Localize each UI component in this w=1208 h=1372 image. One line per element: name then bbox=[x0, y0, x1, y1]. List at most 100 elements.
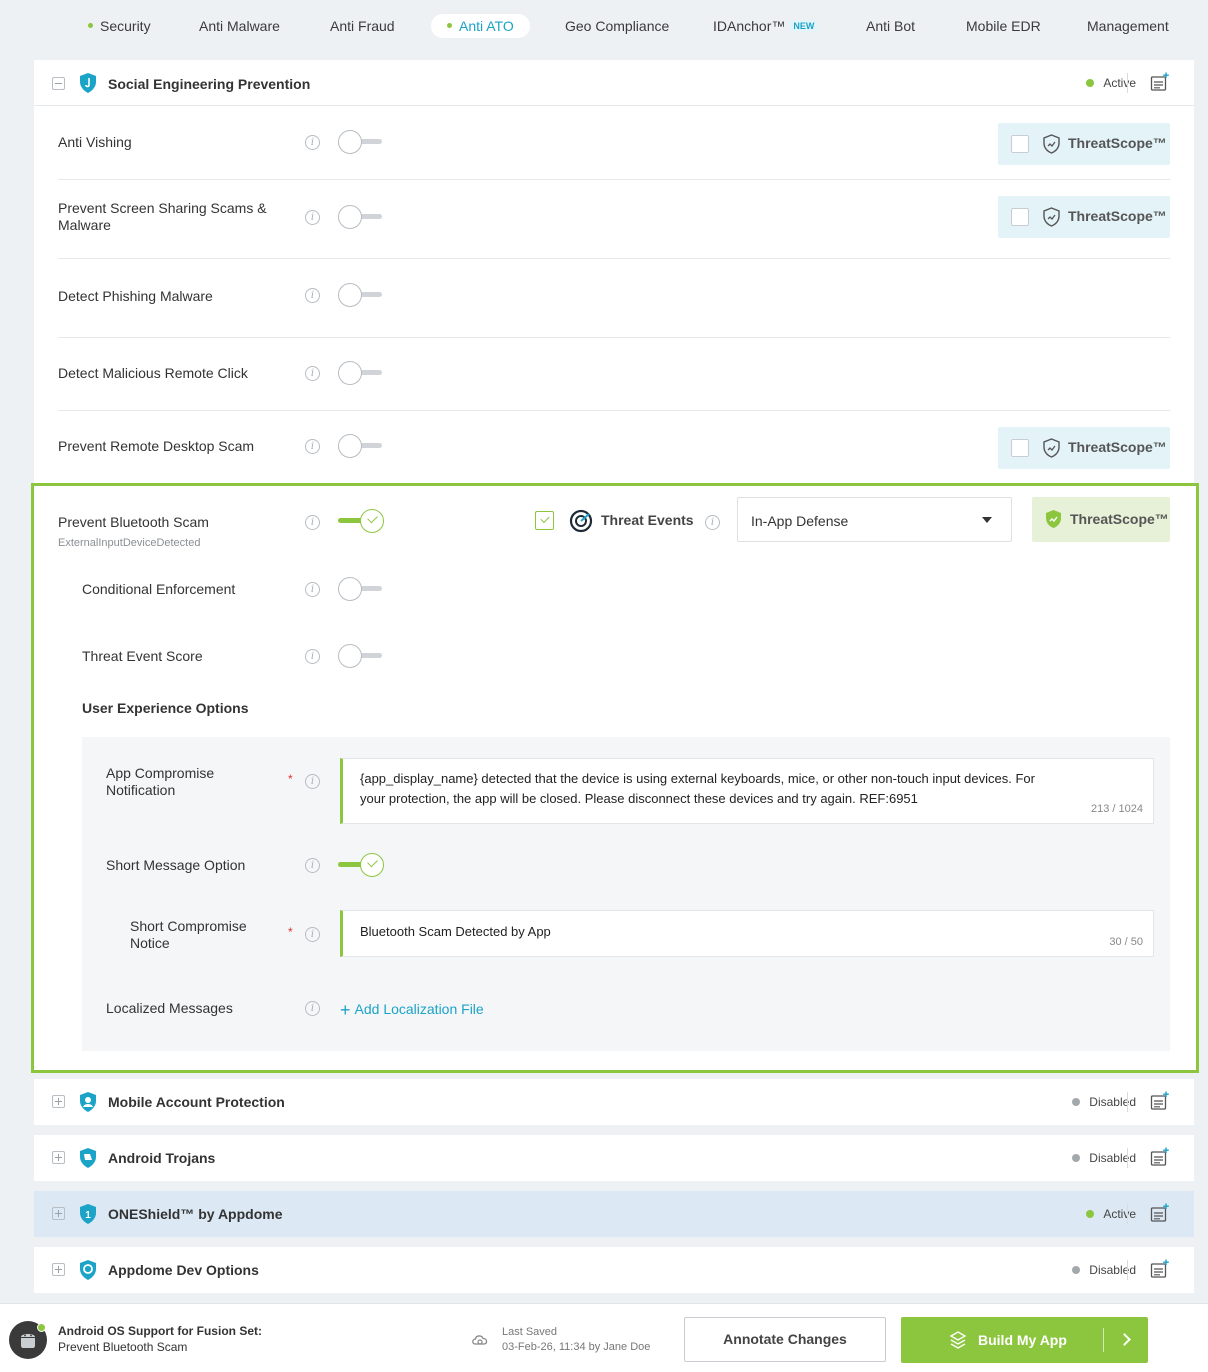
status-dot bbox=[1072, 1098, 1081, 1106]
option-sub-label: ExternalInputDeviceDetected bbox=[58, 537, 201, 549]
expand-icon[interactable] bbox=[52, 1095, 65, 1108]
build-icon bbox=[949, 1331, 967, 1349]
tab-dot bbox=[447, 23, 452, 28]
tab-idanchor[interactable]: IDAnchor™ NEW bbox=[713, 14, 819, 38]
annotate-changes-button[interactable]: Annotate Changes bbox=[684, 1317, 886, 1362]
add-localization-link[interactable]: + Add Localization File bbox=[340, 1000, 484, 1021]
add-note-icon[interactable] bbox=[1150, 1091, 1170, 1111]
ux-options-title: User Experience Options bbox=[82, 700, 249, 716]
chevron-right-icon[interactable] bbox=[1118, 1333, 1131, 1346]
shield-one-icon: 1 bbox=[80, 1204, 96, 1224]
info-icon[interactable]: i bbox=[305, 649, 320, 664]
option-label: Anti Vishing bbox=[58, 134, 132, 150]
divider bbox=[1127, 1204, 1128, 1224]
divider bbox=[1127, 1260, 1128, 1280]
status-badge: Active bbox=[1086, 76, 1136, 90]
last-saved-title: Last Saved bbox=[502, 1326, 558, 1338]
android-icon bbox=[21, 1334, 35, 1348]
threat-events-checkbox[interactable] bbox=[535, 511, 554, 530]
threatscope-checkbox[interactable] bbox=[1011, 208, 1029, 226]
info-icon[interactable]: i bbox=[305, 439, 320, 454]
add-note-icon[interactable] bbox=[1150, 1259, 1170, 1279]
cloud-saved-icon bbox=[472, 1335, 488, 1345]
add-note-icon[interactable] bbox=[1150, 1203, 1170, 1223]
threat-event-score-toggle[interactable] bbox=[338, 644, 386, 668]
status-badge: Active bbox=[1086, 1207, 1136, 1221]
shield-hook-icon bbox=[80, 73, 96, 93]
module-tabs: Security Anti Malware Anti Fraud Anti AT… bbox=[0, 0, 1208, 52]
row-divider bbox=[58, 179, 1170, 180]
expand-icon[interactable] bbox=[52, 1207, 65, 1220]
section-appdome-dev-options[interactable]: Appdome Dev Options Disabled bbox=[34, 1247, 1194, 1293]
defense-select[interactable]: In-App Defense bbox=[737, 497, 1012, 542]
section-mobile-account-protection[interactable]: Mobile Account Protection Disabled bbox=[34, 1079, 1194, 1125]
info-icon[interactable]: i bbox=[305, 774, 320, 789]
bluetooth-scam-toggle[interactable] bbox=[338, 509, 386, 533]
short-notice-input[interactable]: Bluetooth Scam Detected by App 30 / 50 bbox=[340, 910, 1154, 957]
section-oneshield[interactable]: 1 ONEShield™ by Appdome Active bbox=[34, 1191, 1194, 1237]
info-icon[interactable]: i bbox=[305, 515, 320, 530]
conditional-enforcement-toggle[interactable] bbox=[338, 577, 386, 601]
info-icon[interactable]: i bbox=[305, 135, 320, 150]
tab-anti-ato[interactable]: Anti ATO bbox=[431, 14, 530, 38]
option-label: Localized Messages bbox=[106, 1000, 233, 1016]
add-note-icon[interactable] bbox=[1150, 1147, 1170, 1167]
add-note-icon[interactable] bbox=[1150, 72, 1170, 92]
remote-click-toggle[interactable] bbox=[338, 361, 386, 385]
notification-textarea[interactable]: {app_display_name} detected that the dev… bbox=[340, 758, 1154, 824]
phishing-malware-toggle[interactable] bbox=[338, 283, 386, 307]
option-label: App Compromise Notification bbox=[106, 765, 215, 798]
radar-icon bbox=[569, 509, 593, 533]
divider bbox=[1127, 1148, 1128, 1168]
footer-bar: Android OS Support for Fusion Set: Preve… bbox=[0, 1303, 1208, 1372]
tab-management[interactable]: Management bbox=[1087, 14, 1169, 38]
option-label: Prevent Bluetooth Scam bbox=[58, 514, 209, 530]
info-icon[interactable]: i bbox=[305, 858, 320, 873]
threatscope-checkbox[interactable] bbox=[1011, 439, 1029, 457]
status-dot bbox=[1086, 1210, 1095, 1218]
threatscope-label: ThreatScope™ bbox=[1068, 135, 1167, 151]
tab-anti-fraud[interactable]: Anti Fraud bbox=[330, 14, 395, 38]
section-android-trojans[interactable]: Android Trojans Disabled bbox=[34, 1135, 1194, 1181]
info-icon[interactable]: i bbox=[305, 366, 320, 381]
threat-events-label: Threat Events bbox=[601, 512, 694, 528]
status-dot bbox=[1072, 1266, 1081, 1274]
collapse-icon[interactable] bbox=[52, 77, 65, 90]
section-header: Social Engineering Prevention Active bbox=[34, 60, 1194, 106]
expand-icon[interactable] bbox=[52, 1263, 65, 1276]
tab-anti-bot[interactable]: Anti Bot bbox=[866, 14, 915, 38]
expand-icon[interactable] bbox=[52, 1151, 65, 1164]
status-dot bbox=[37, 1323, 46, 1332]
build-my-app-button[interactable]: Build My App bbox=[901, 1317, 1148, 1363]
info-icon[interactable]: i bbox=[305, 582, 320, 597]
section-title: Android Trojans bbox=[108, 1150, 216, 1166]
row-divider bbox=[58, 337, 1170, 338]
anti-vishing-toggle[interactable] bbox=[338, 130, 386, 154]
tab-geo-compliance[interactable]: Geo Compliance bbox=[565, 14, 669, 38]
tab-security[interactable]: Security bbox=[88, 14, 151, 38]
option-label: Short Message Option bbox=[106, 857, 246, 873]
threatscope-shield-icon bbox=[1043, 438, 1060, 458]
info-icon[interactable]: i bbox=[305, 210, 320, 225]
fusion-set-title: Android OS Support for Fusion Set: bbox=[58, 1324, 262, 1338]
remote-desktop-toggle[interactable] bbox=[338, 434, 386, 458]
info-icon[interactable]: i bbox=[305, 927, 320, 942]
short-message-toggle[interactable] bbox=[338, 853, 386, 877]
shield-user-icon bbox=[80, 1092, 96, 1112]
button-divider bbox=[1103, 1328, 1104, 1352]
threatscope-checkbox[interactable] bbox=[1011, 135, 1029, 153]
ux-options-panel: App Compromise Notification * i {app_dis… bbox=[82, 737, 1170, 1051]
screen-sharing-toggle[interactable] bbox=[338, 205, 386, 229]
info-icon[interactable]: i bbox=[705, 515, 720, 530]
tab-mobile-edr[interactable]: Mobile EDR bbox=[966, 14, 1041, 38]
required-marker: * bbox=[288, 925, 293, 939]
info-icon[interactable]: i bbox=[305, 288, 320, 303]
bluetooth-scam-expanded: Prevent Bluetooth Scam ExternalInputDevi… bbox=[31, 483, 1199, 1073]
threatscope-label: ThreatScope™ bbox=[1070, 511, 1169, 527]
section-title: Appdome Dev Options bbox=[108, 1262, 259, 1278]
tab-anti-malware[interactable]: Anti Malware bbox=[199, 14, 280, 38]
threatscope-option[interactable]: ThreatScope™ bbox=[1032, 497, 1170, 542]
option-label: Detect Phishing Malware bbox=[58, 288, 213, 304]
option-label: Threat Event Score bbox=[82, 648, 203, 664]
info-icon[interactable]: i bbox=[305, 1001, 320, 1016]
